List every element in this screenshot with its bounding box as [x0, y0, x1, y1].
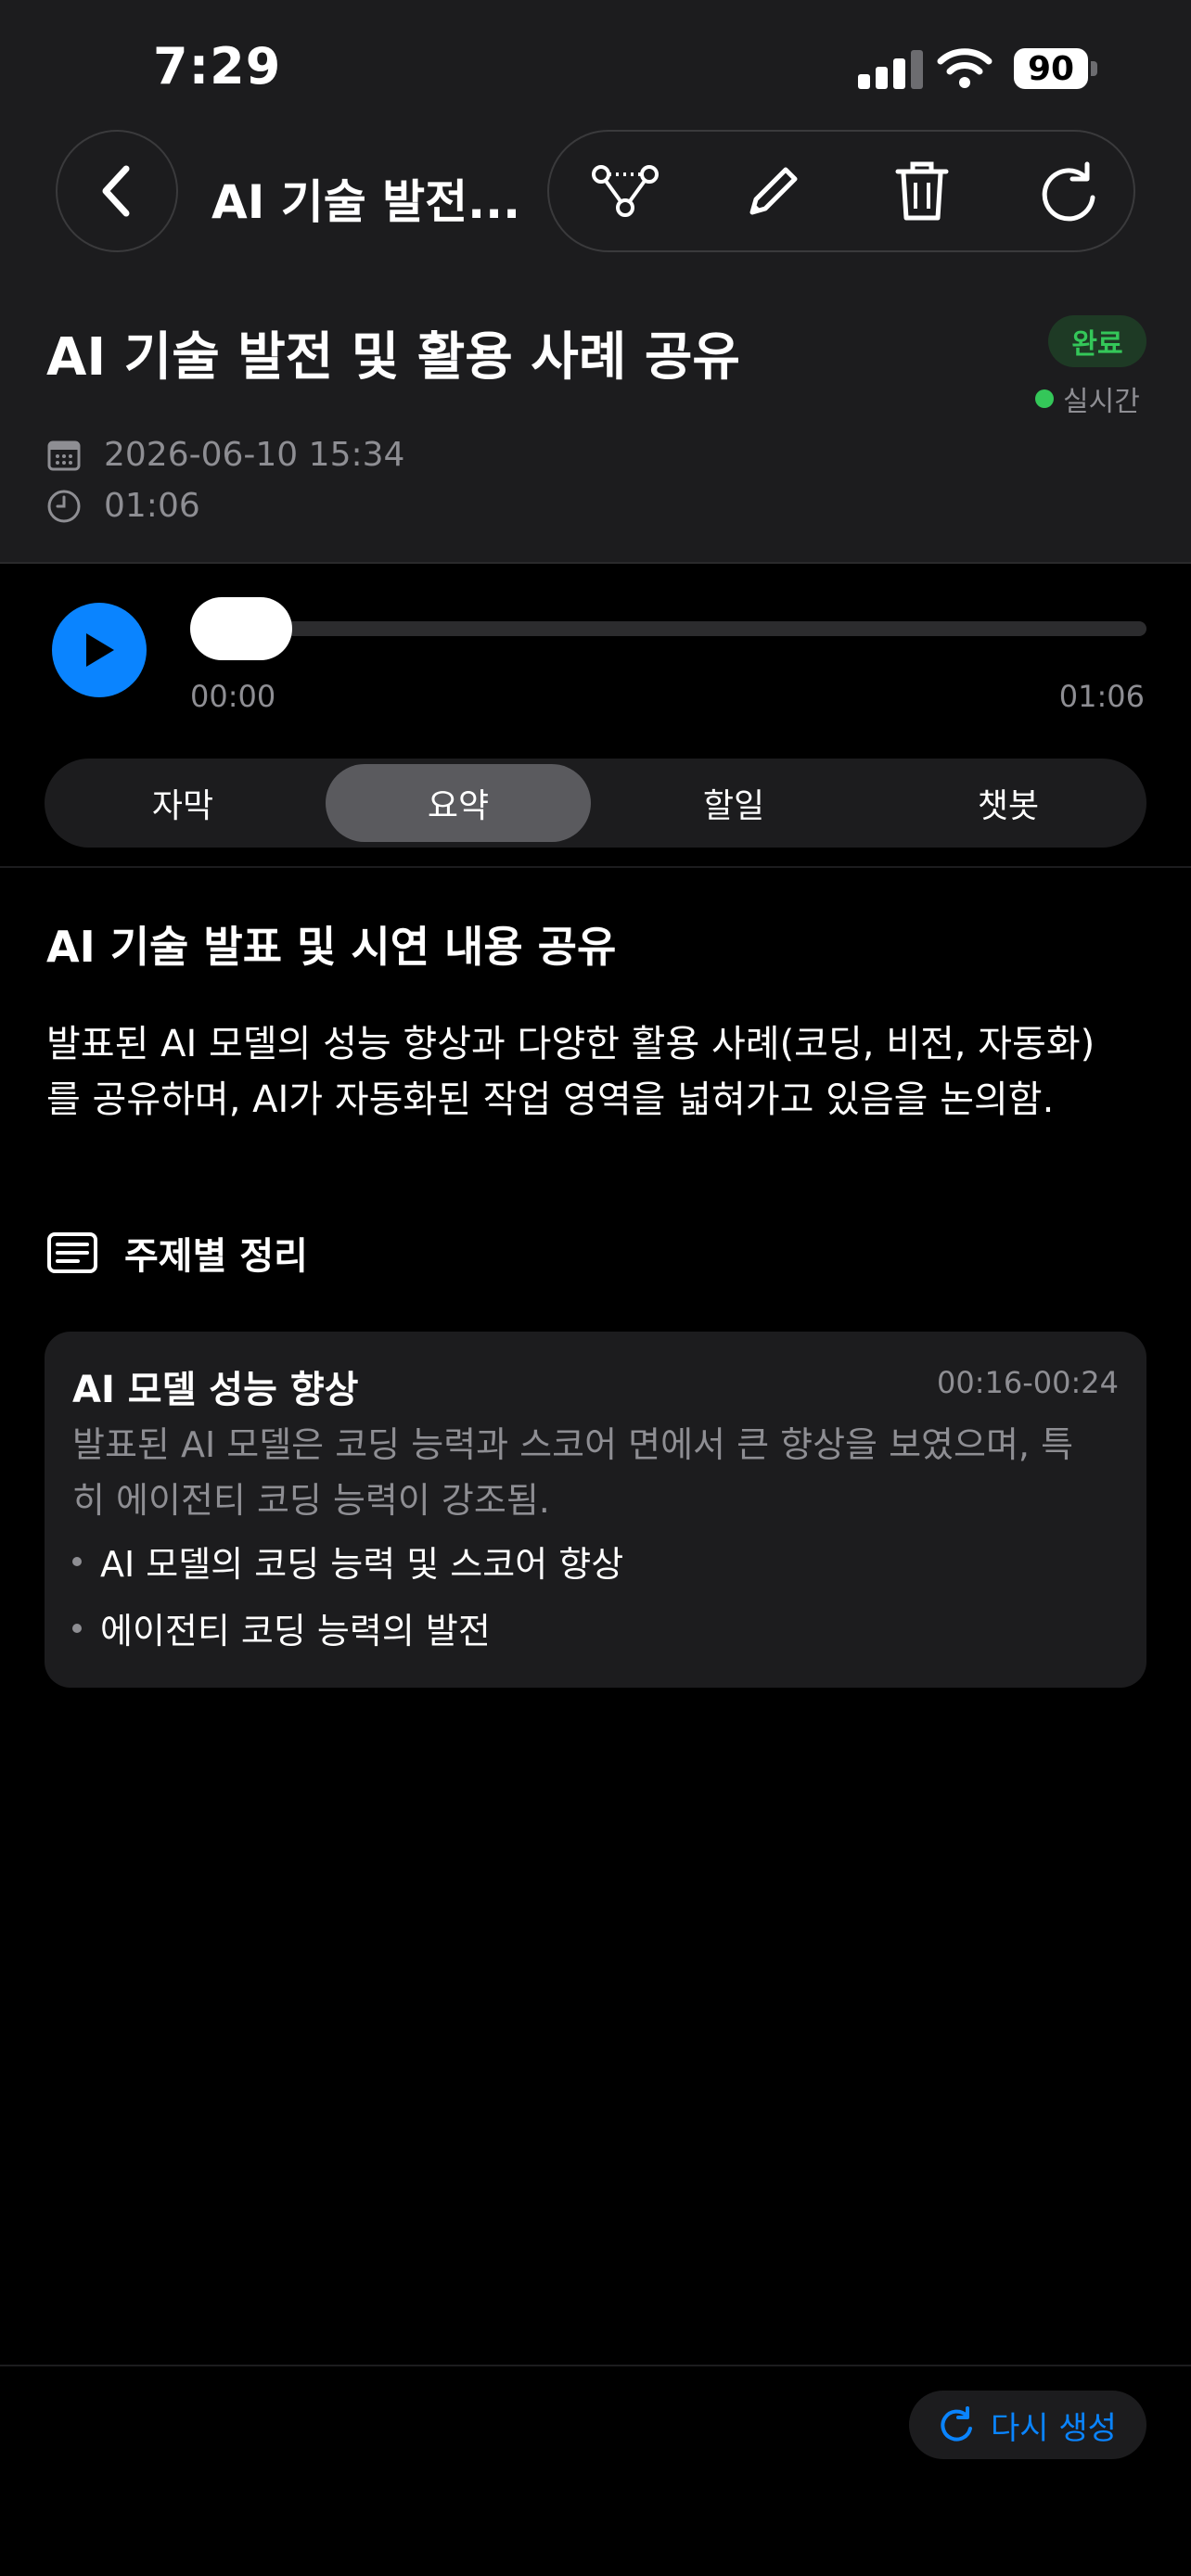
refresh-button[interactable]	[1013, 132, 1124, 250]
page-title: AI 기술 발전 및 활용 사례 공유	[46, 327, 740, 388]
tab-summary[interactable]: 요약	[326, 764, 591, 842]
play-icon	[86, 633, 114, 667]
bullet-icon	[72, 1623, 82, 1633]
live-label: 실시간	[1063, 386, 1140, 418]
total-time: 01:06	[1058, 679, 1145, 714]
date-row: 2026-06-10 15:34	[46, 436, 404, 474]
list-document-icon	[47, 1232, 97, 1273]
progress-track[interactable]	[190, 621, 1146, 636]
tab-subtitles[interactable]: 자막	[50, 764, 315, 842]
bullet-text: 에이전티 코딩 능력의 발전	[100, 1611, 491, 1651]
bullet-icon	[72, 1556, 82, 1566]
share-graph-icon	[592, 165, 659, 217]
clock-icon	[47, 490, 81, 522]
tab-chatbot[interactable]: 챗봇	[876, 764, 1141, 842]
trash-icon	[895, 161, 949, 221]
live-dot-icon	[1035, 389, 1054, 408]
regenerate-label: 다시 생성	[991, 2409, 1117, 2447]
divider	[0, 866, 1191, 868]
divider	[0, 562, 1191, 564]
list-item: AI 모델의 코딩 능력 및 스코어 향상	[72, 1536, 623, 1587]
delete-button[interactable]	[866, 132, 978, 250]
share-graph-button[interactable]	[570, 132, 681, 250]
divider	[0, 2365, 1191, 2366]
topic-description: 발표된 AI 모델은 코딩 능력과 스코어 면에서 큰 향상을 보였으며, 특히…	[72, 1424, 1074, 1521]
edit-button[interactable]	[718, 132, 829, 250]
refresh-icon	[1042, 161, 1095, 222]
status-time: 7:29	[153, 37, 282, 96]
nav-title: AI 기술 발전...	[211, 175, 521, 229]
recording-duration: 01:06	[104, 487, 200, 525]
refresh-icon	[941, 2406, 973, 2442]
wifi-icon	[937, 48, 992, 88]
topic-time-range[interactable]: 00:16-00:24	[937, 1365, 1119, 1400]
section-header: 주제별 정리	[46, 1226, 308, 1280]
back-button[interactable]	[56, 130, 178, 252]
tab-bar: 자막 요약 할일 챗봇	[45, 759, 1146, 848]
chevron-left-icon	[102, 165, 130, 217]
calendar-icon	[47, 440, 81, 470]
live-indicator: 실시간	[1035, 378, 1140, 419]
regenerate-button[interactable]: 다시 생성	[909, 2391, 1146, 2459]
status-badge: 완료	[1048, 315, 1146, 367]
topic-title: AI 모델 성능 향상	[72, 1369, 359, 1411]
section-title: 주제별 정리	[124, 1235, 308, 1278]
cellular-signal-icon	[858, 50, 923, 89]
list-item: 에이전티 코딩 능력의 발전	[72, 1602, 491, 1653]
play-button[interactable]	[52, 603, 147, 697]
topic-card[interactable]: AI 모델 성능 향상 00:16-00:24 발표된 AI 모델은 코딩 능력…	[45, 1332, 1146, 1688]
battery-indicator: 90	[1014, 48, 1088, 89]
duration-row: 01:06	[46, 487, 200, 525]
action-toolbar	[547, 130, 1135, 252]
summary-heading: AI 기술 발표 및 시연 내용 공유	[46, 922, 617, 972]
summary-text: 발표된 AI 모델의 성능 향상과 다양한 활용 사례(코딩, 비전, 자동화)…	[46, 1023, 1095, 1121]
battery-tip	[1091, 61, 1097, 76]
tab-todo[interactable]: 할일	[601, 764, 866, 842]
pencil-icon	[749, 167, 798, 215]
current-time: 00:00	[190, 679, 276, 714]
bullet-text: AI 모델의 코딩 능력 및 스코어 향상	[100, 1544, 624, 1585]
progress-thumb[interactable]	[190, 597, 292, 660]
recording-date: 2026-06-10 15:34	[104, 436, 405, 474]
